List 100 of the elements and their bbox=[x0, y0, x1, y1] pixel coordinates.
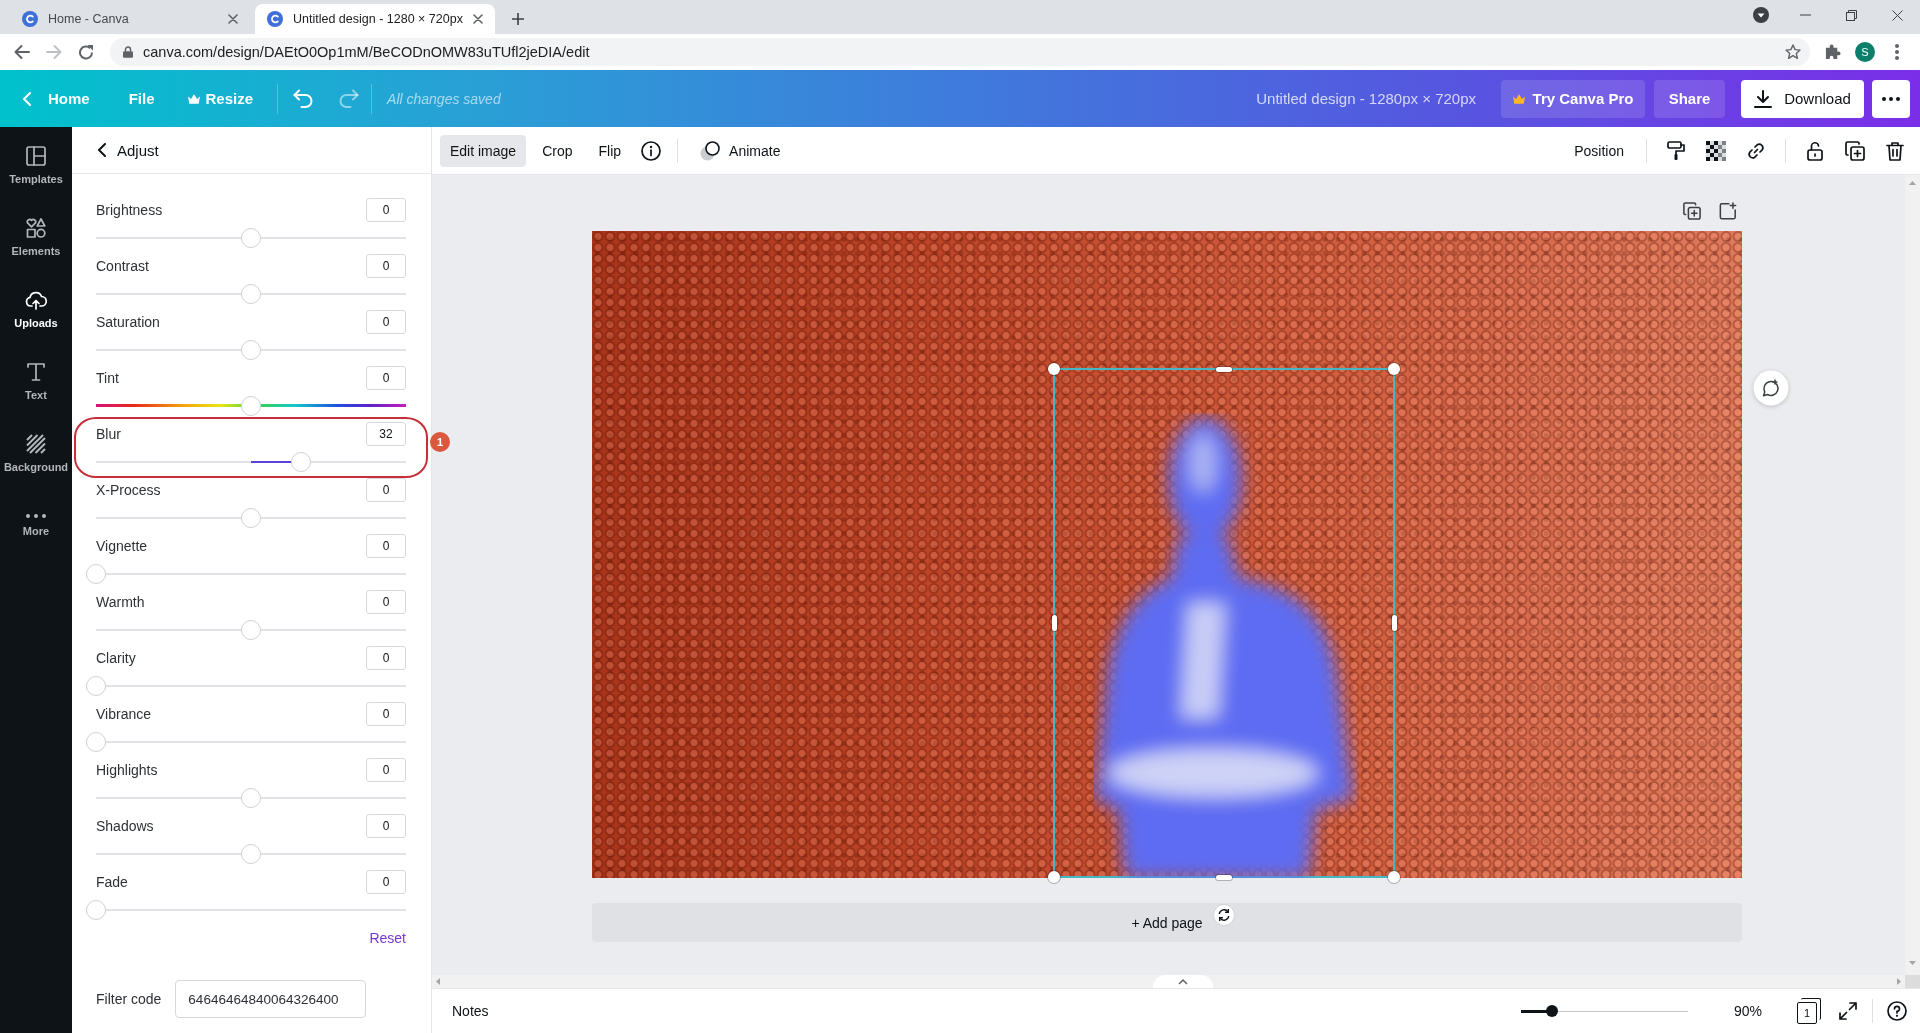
share-button[interactable]: Share bbox=[1654, 79, 1725, 118]
reset-link[interactable]: Reset bbox=[369, 930, 406, 946]
crown-icon bbox=[187, 93, 200, 104]
more-button[interactable] bbox=[1872, 79, 1910, 118]
sidebar-item[interactable]: Text bbox=[0, 345, 72, 417]
download-button[interactable]: Download bbox=[1741, 79, 1864, 118]
info-icon[interactable] bbox=[641, 140, 662, 161]
value-field[interactable]: 0 bbox=[366, 758, 406, 782]
slider-label: Contrast bbox=[96, 258, 149, 274]
resize-handle[interactable] bbox=[1048, 363, 1060, 375]
puzzle-icon[interactable] bbox=[1825, 44, 1841, 60]
text-icon bbox=[26, 361, 46, 382]
filter-code-label: Filter code bbox=[96, 991, 162, 1007]
close-icon[interactable] bbox=[1891, 9, 1903, 21]
scrollbar-corner bbox=[1905, 975, 1920, 988]
sidebar-item[interactable]: Elements bbox=[0, 201, 72, 273]
value-field[interactable]: 0 bbox=[366, 534, 406, 558]
address-bar[interactable]: canva.com/design/DAEtO0Op1mM/BeCODnOMW83uTUfl2jeDIA/edit bbox=[110, 38, 1810, 66]
rotate-icon[interactable] bbox=[1213, 904, 1235, 926]
trash-icon[interactable] bbox=[1885, 140, 1905, 161]
kebab-menu-icon[interactable] bbox=[1895, 44, 1899, 60]
plus-icon[interactable] bbox=[512, 13, 524, 25]
selection-frame[interactable] bbox=[1046, 361, 1402, 885]
stripes-icon bbox=[26, 433, 46, 454]
sidebar-item[interactable]: Background bbox=[0, 417, 72, 489]
notes-button[interactable]: Notes bbox=[452, 1003, 489, 1019]
value-field[interactable]: 0 bbox=[366, 254, 406, 278]
resize-handle[interactable] bbox=[1048, 871, 1060, 883]
help-icon[interactable] bbox=[1887, 1001, 1907, 1021]
slider-thumb[interactable] bbox=[241, 620, 261, 640]
slider-thumb[interactable] bbox=[241, 396, 261, 416]
sidebar-item[interactable]: More bbox=[0, 489, 72, 561]
value-field[interactable]: 0 bbox=[366, 310, 406, 334]
filter-code-field[interactable]: 64646464840064326400 bbox=[175, 980, 367, 1018]
value-field[interactable]: 0 bbox=[366, 870, 406, 894]
cloud-upload-icon bbox=[25, 289, 47, 310]
reload-icon[interactable] bbox=[78, 44, 94, 60]
link-icon[interactable] bbox=[1746, 140, 1766, 161]
resize-handle[interactable] bbox=[1216, 366, 1232, 372]
duplicate-icon[interactable] bbox=[1845, 140, 1865, 161]
sidebar-item[interactable]: Uploads bbox=[0, 273, 72, 345]
value-field[interactable]: 0 bbox=[366, 646, 406, 670]
resize-handle[interactable] bbox=[1216, 874, 1232, 880]
sidebar-item[interactable]: Templates bbox=[0, 129, 72, 201]
dropdown-icon[interactable] bbox=[1753, 7, 1769, 23]
value-field[interactable]: 0 bbox=[366, 702, 406, 726]
slider-thumb[interactable] bbox=[241, 228, 261, 248]
paint-roller-icon[interactable] bbox=[1666, 140, 1686, 161]
slider-thumb[interactable] bbox=[86, 564, 106, 584]
slider-thumb[interactable] bbox=[86, 900, 106, 920]
close-icon[interactable] bbox=[228, 14, 238, 24]
favicon-icon bbox=[22, 11, 38, 27]
crown-icon bbox=[1512, 93, 1525, 104]
value-field[interactable]: 0 bbox=[366, 198, 406, 222]
duplicate-page-icon[interactable] bbox=[1683, 202, 1701, 220]
resize-handle[interactable] bbox=[1388, 871, 1400, 883]
add-page-icon[interactable] bbox=[1719, 202, 1737, 220]
back-button[interactable]: Adjust bbox=[98, 141, 159, 159]
try-pro-button[interactable]: Try Canva Pro bbox=[1501, 79, 1645, 118]
toolbar-button[interactable]: Crop bbox=[532, 134, 583, 167]
close-icon[interactable] bbox=[473, 14, 483, 24]
minimize-icon[interactable] bbox=[1799, 14, 1811, 16]
back-icon[interactable] bbox=[14, 44, 30, 60]
slider-thumb[interactable] bbox=[241, 284, 261, 304]
slider-thumb[interactable] bbox=[86, 732, 106, 752]
slider-thumb[interactable] bbox=[241, 340, 261, 360]
slider-thumb[interactable] bbox=[241, 788, 261, 808]
slider-thumb[interactable] bbox=[241, 844, 261, 864]
lock-icon[interactable] bbox=[1805, 140, 1825, 161]
value-field[interactable]: 0 bbox=[366, 814, 406, 838]
undo-icon[interactable] bbox=[293, 89, 314, 108]
fullscreen-icon[interactable] bbox=[1838, 1001, 1858, 1021]
slider-label: Brightness bbox=[96, 202, 163, 218]
star-icon[interactable] bbox=[1785, 44, 1801, 60]
slider-thumb[interactable] bbox=[241, 508, 261, 528]
slider-thumb[interactable] bbox=[86, 676, 106, 696]
value-field[interactable]: 0 bbox=[366, 366, 406, 390]
resize-handle[interactable] bbox=[1388, 363, 1400, 375]
value-field[interactable]: 0 bbox=[366, 478, 406, 502]
restore-icon[interactable] bbox=[1845, 9, 1857, 21]
value-field[interactable]: 32 bbox=[366, 422, 406, 446]
profile-avatar[interactable]: S bbox=[1855, 42, 1875, 62]
resize-handle[interactable] bbox=[1051, 615, 1057, 631]
animate-button[interactable]: Animate bbox=[690, 134, 791, 167]
zoom-thumb[interactable] bbox=[1545, 1005, 1558, 1017]
comment-icon[interactable] bbox=[1753, 370, 1789, 406]
slider-label: Highlights bbox=[96, 762, 158, 778]
position-button[interactable]: Position bbox=[1564, 134, 1634, 167]
resize-handle[interactable] bbox=[1391, 615, 1397, 631]
browser-tab[interactable]: Home - Canva bbox=[10, 4, 250, 34]
add-page-button[interactable]: + Add page bbox=[592, 903, 1742, 942]
checkerboard-icon[interactable] bbox=[1706, 140, 1726, 161]
toolbar-button[interactable]: Edit image bbox=[440, 134, 527, 167]
browser-tab[interactable]: Untitled design - 1280 × 720px bbox=[255, 4, 495, 34]
toolbar-button[interactable]: Flip bbox=[588, 134, 632, 167]
slider-thumb[interactable] bbox=[290, 452, 311, 472]
slider-label: Tint bbox=[96, 370, 119, 386]
zoom-slider[interactable] bbox=[1520, 1005, 1688, 1017]
lock-icon bbox=[123, 46, 133, 58]
value-field[interactable]: 0 bbox=[366, 590, 406, 614]
